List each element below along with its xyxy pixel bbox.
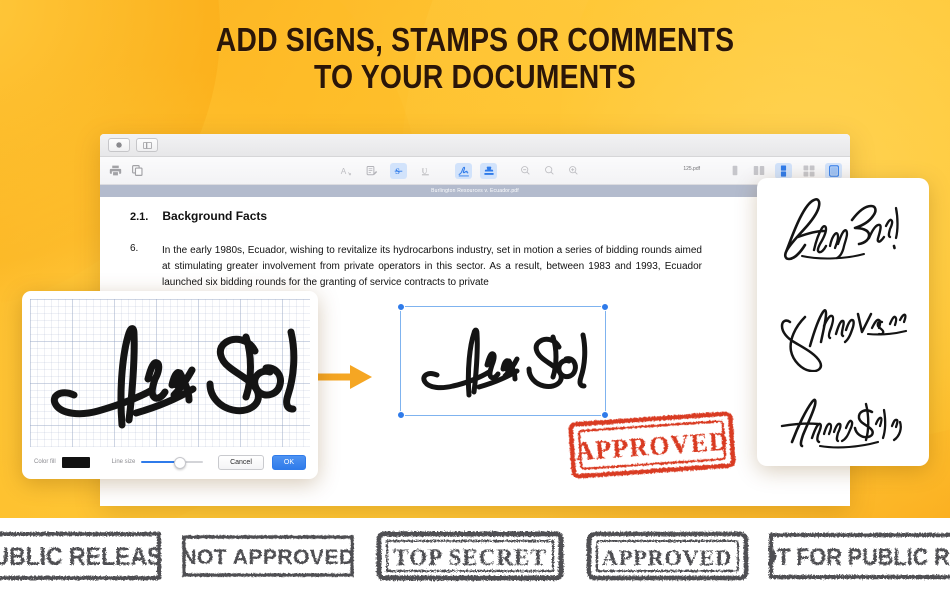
signature-icon[interactable]: [455, 162, 472, 179]
line-size-label: Line size: [111, 459, 136, 465]
color-fill-label: Color fill: [34, 459, 56, 465]
paragraph-number: 6.: [130, 243, 139, 254]
strikethrough-icon[interactable]: S: [390, 162, 407, 179]
signature-harry-staly-glyph: [780, 398, 902, 449]
document-paragraph: 6. In the early 1980s, Ecuador, wishing …: [130, 243, 812, 292]
stamp-label: NOT APPROVED: [181, 546, 354, 569]
copy-icon[interactable]: [130, 163, 145, 178]
window-titlebar: [100, 134, 850, 157]
gear-icon[interactable]: [108, 138, 130, 152]
toolbar-group-annotate: [455, 162, 497, 179]
text-select-icon[interactable]: A: [338, 163, 353, 178]
section-number: 2.1.: [130, 211, 149, 223]
slider-knob[interactable]: [174, 457, 187, 469]
poster-headline: ADD SIGNS, STAMPS OR COMMENTS TO YOUR DO…: [67, 21, 884, 96]
poster-stage: ADD SIGNS, STAMPS OR COMMENTS TO YOUR DO…: [0, 0, 950, 594]
headline-line-1: ADD SIGNS, STAMPS OR COMMENTS: [215, 21, 735, 58]
signature-editor-controls: Color fill Line size Cancel OK: [30, 447, 310, 477]
placed-signature-glyph: [421, 327, 588, 398]
panel-toggle-icon[interactable]: [825, 162, 842, 179]
section-heading: 2.1. Background Facts: [130, 209, 812, 223]
stamp-approved-overlay[interactable]: APPROVED: [565, 408, 739, 482]
stamp-label: NOT FOR PUBLIC RELEAS: [768, 543, 950, 570]
signature-marry-vatson-glyph: [780, 309, 908, 372]
zoom-out-icon[interactable]: [518, 163, 533, 178]
stamp-label: APPROVED: [602, 545, 732, 570]
resize-handle-top-left[interactable]: [397, 303, 405, 311]
list-item[interactable]: [757, 274, 929, 372]
headline-line-2: TO YOUR DOCUMENTS: [314, 57, 636, 95]
resize-handle-bottom-left[interactable]: [397, 411, 405, 419]
zoom-reset-icon[interactable]: [542, 163, 557, 178]
document-name: Burlington Resources v. Ecuador.pdf: [431, 188, 519, 194]
svg-text:U: U: [422, 166, 428, 175]
list-item[interactable]: [757, 372, 929, 460]
cancel-button[interactable]: Cancel: [218, 454, 264, 470]
toolbar-group-view: [727, 162, 842, 179]
page-label: 125.pdf: [683, 166, 700, 172]
ok-button[interactable]: OK: [271, 454, 306, 470]
document-name-bar: Burlington Resources v. Ecuador.pdf: [100, 185, 850, 197]
signature-henry-page-glyph: [783, 198, 899, 261]
color-fill-swatch[interactable]: [61, 456, 90, 468]
sidebar-icon[interactable]: [136, 138, 158, 152]
drawn-signature-glyph: [50, 325, 298, 429]
resize-handle-top-right[interactable]: [601, 303, 609, 311]
toolbar-group-text: A S U: [338, 162, 433, 179]
stamp-not-for-public-release-left[interactable]: OR PUBLIC RELEASE: [0, 530, 162, 582]
stamp-not-for-public-release-right[interactable]: NOT FOR PUBLIC RELEAS: [768, 530, 950, 582]
signature-editor-dialog: Color fill Line size Cancel OK: [22, 291, 318, 479]
underline-icon[interactable]: U: [418, 163, 433, 178]
continuous-page-icon[interactable]: [775, 162, 792, 179]
zoom-in-icon[interactable]: [566, 163, 581, 178]
print-icon[interactable]: [108, 163, 123, 178]
line-size-slider[interactable]: [141, 457, 204, 469]
pdf-toolbar: A S U: [100, 157, 850, 185]
stamp-label: OR PUBLIC RELEASE: [0, 543, 162, 571]
grid-page-icon[interactable]: [801, 163, 816, 178]
section-title: Background Facts: [162, 209, 268, 223]
list-item[interactable]: [757, 178, 929, 274]
single-page-icon[interactable]: [727, 163, 742, 178]
svg-text:A: A: [340, 167, 346, 176]
toolbar-group-file: [108, 163, 145, 178]
signature-library-card: [757, 178, 929, 466]
signature-draw-canvas[interactable]: [30, 299, 310, 447]
dialog-buttons: Cancel OK: [218, 454, 306, 470]
toolbar-group-zoom: [518, 163, 581, 178]
two-page-icon[interactable]: [751, 163, 766, 178]
stamp-approved[interactable]: APPROVED: [585, 530, 750, 582]
stamp-top-secret[interactable]: TOP SECRET: [375, 530, 565, 582]
stamp-icon[interactable]: [480, 162, 497, 179]
paragraph-text: In the early 1980s, Ecuador, wishing to …: [162, 245, 702, 289]
stamp-label: TOP SECRET: [393, 545, 546, 570]
stamp-gallery-strip: OR PUBLIC RELEASE NOT APPROVED: [0, 518, 950, 594]
line-size-control: Line size: [111, 457, 204, 469]
highlight-icon[interactable]: [364, 163, 379, 178]
stamp-not-approved[interactable]: NOT APPROVED: [180, 530, 356, 582]
placed-signature[interactable]: [397, 303, 609, 419]
